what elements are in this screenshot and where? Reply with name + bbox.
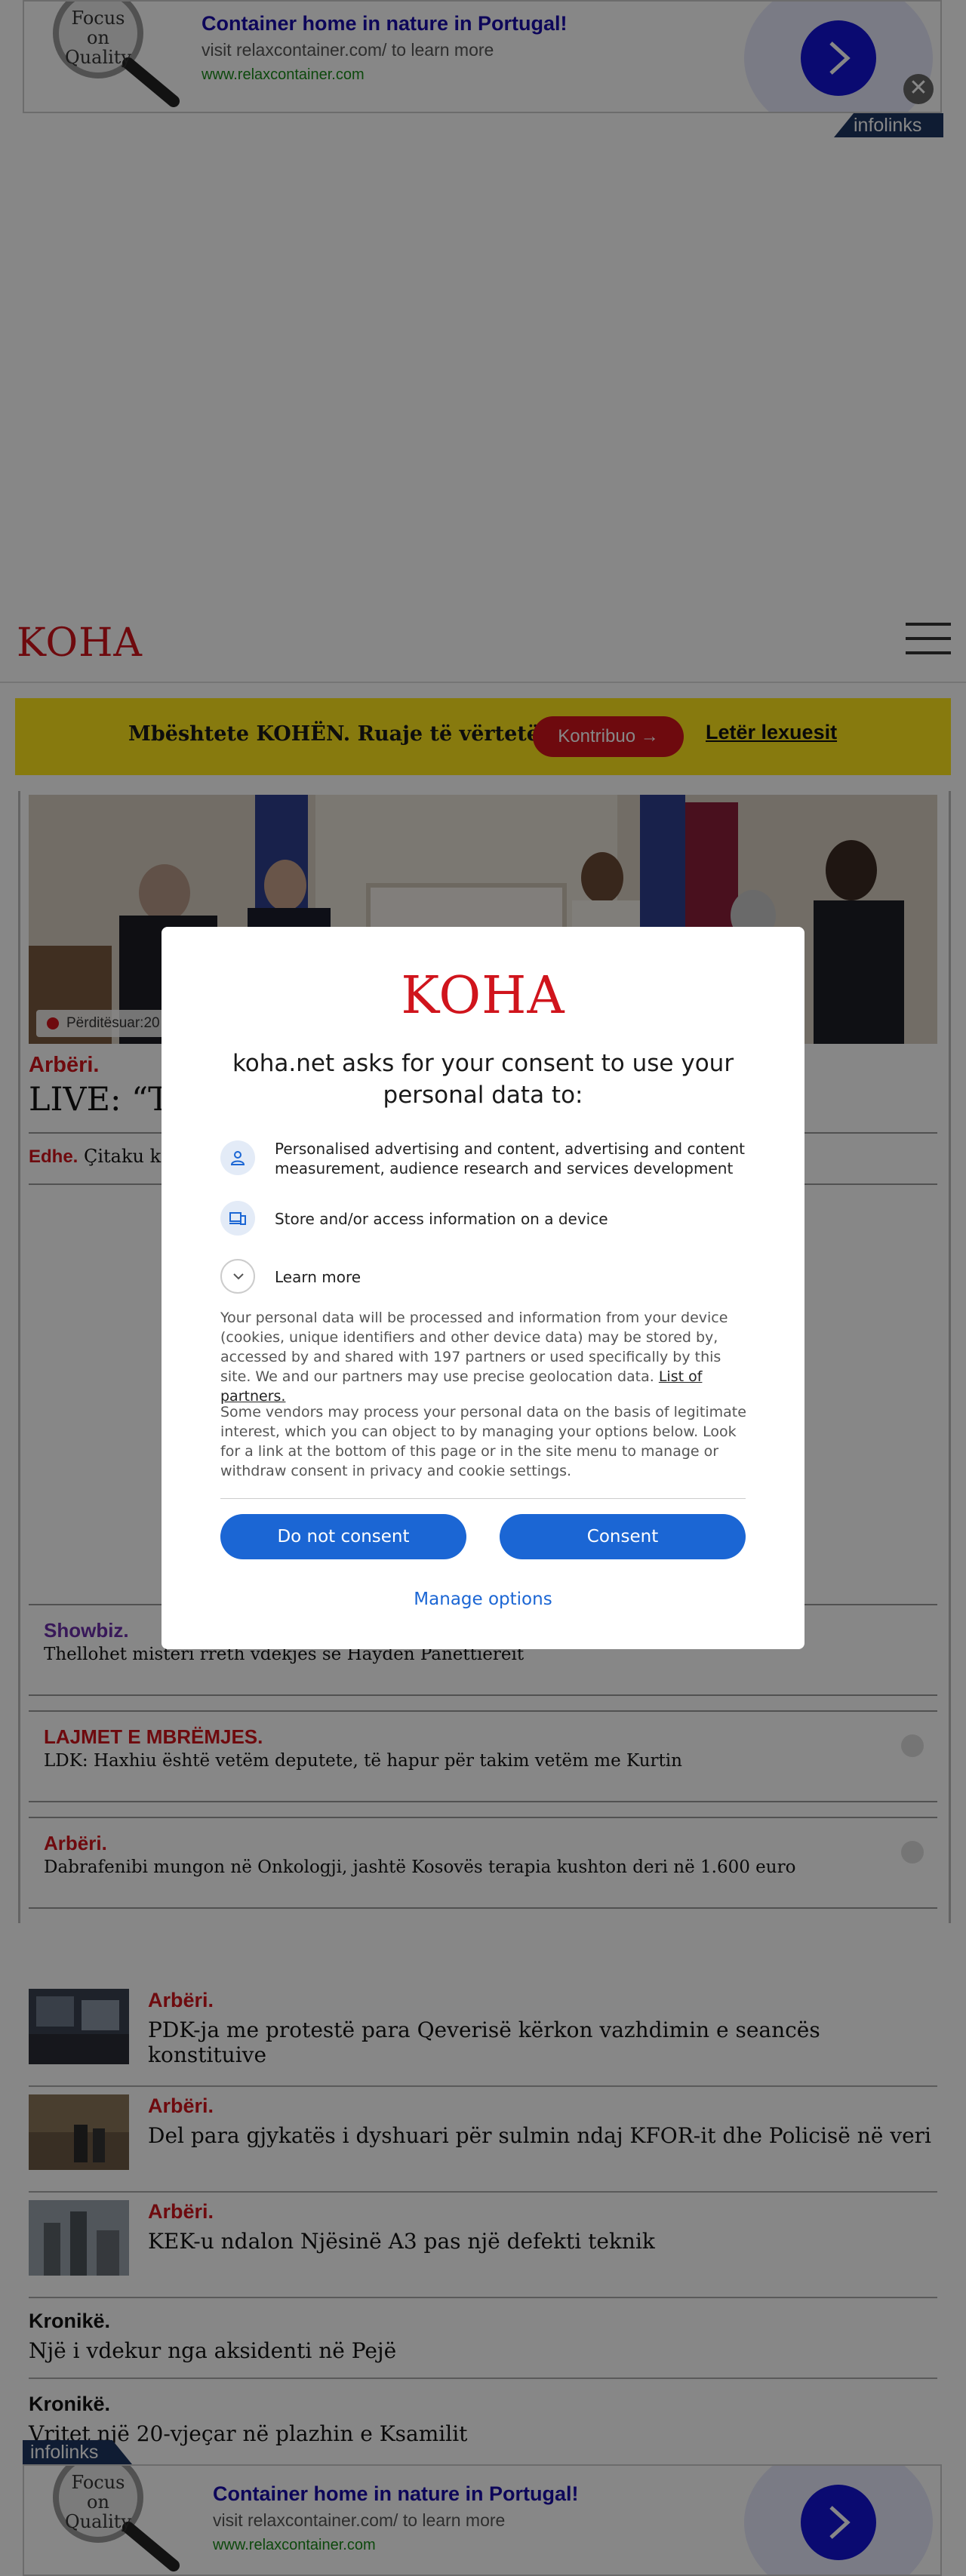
- learn-more-label[interactable]: Learn more: [275, 1267, 764, 1287]
- consent-dialog: KOHA koha.net asks for your consent to u…: [162, 927, 804, 1649]
- consent-paragraph-2: Some vendors may process your personal d…: [220, 1404, 746, 1479]
- chevron-down-icon[interactable]: [220, 1259, 255, 1294]
- consent-paragraph-1-text: Your personal data will be processed and…: [220, 1310, 728, 1385]
- divider: [220, 1498, 746, 1499]
- consent-title: koha.net asks for your consent to use yo…: [232, 1050, 734, 1109]
- consent-paragraph-1: Your personal data will be processed and…: [220, 1308, 749, 1406]
- devices-icon: [220, 1201, 255, 1236]
- purpose-text: Store and/or access information on a dev…: [275, 1210, 608, 1228]
- person-icon: [220, 1140, 255, 1175]
- do-not-consent-button[interactable]: Do not consent: [220, 1514, 466, 1559]
- consent-logo: KOHA: [401, 966, 565, 1026]
- manage-options-link[interactable]: Manage options: [162, 1590, 804, 1609]
- purpose-text: Personalised advertising and content, ad…: [275, 1140, 746, 1177]
- consent-button[interactable]: Consent: [500, 1514, 746, 1559]
